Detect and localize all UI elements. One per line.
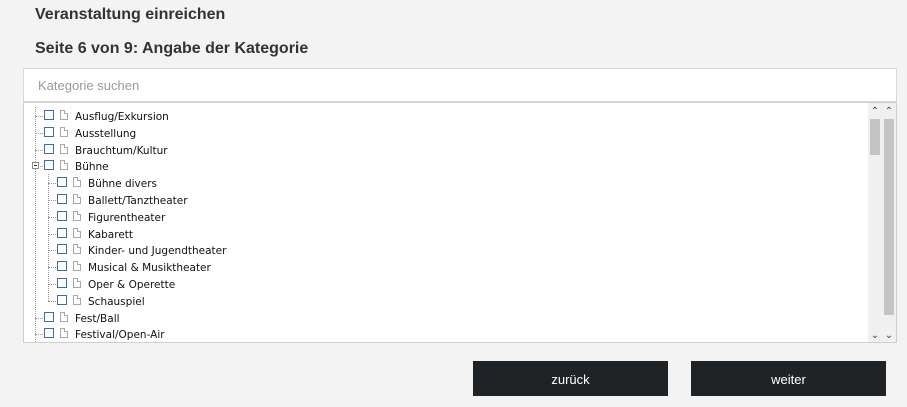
tree-item[interactable]: Brauchtum/Kultur — [24, 141, 866, 158]
tree-scrollbar-thumb[interactable] — [870, 119, 880, 155]
document-icon — [73, 227, 81, 238]
tree-item[interactable]: Fest/Ball — [24, 309, 866, 326]
category-checkbox[interactable] — [44, 143, 54, 154]
tree-item[interactable]: Bühne — [24, 157, 866, 174]
chevron-down-icon[interactable]: ⌄ — [868, 329, 882, 342]
chevron-down-icon[interactable]: ⌄ — [882, 329, 896, 342]
tree-connector — [48, 284, 56, 285]
tree-connector — [35, 149, 43, 151]
tree-subitem[interactable]: Bühne divers — [24, 174, 866, 191]
category-checkbox[interactable] — [44, 328, 54, 339]
tree-connector — [48, 250, 56, 252]
chevron-up-icon[interactable]: ⌃ — [882, 105, 896, 118]
category-checkbox[interactable] — [44, 311, 54, 322]
tree-item[interactable]: Ausflug/Exkursion — [24, 107, 866, 124]
category-tree: Ausflug/Exkursion Ausstellung Brauchtum/Ku… — [24, 103, 866, 342]
tree-subitem[interactable]: Oper & Operette — [24, 275, 866, 292]
document-icon — [60, 110, 68, 120]
document-icon — [73, 210, 81, 221]
page-title: Veranstaltung einreichen — [35, 6, 226, 23]
tree-subitem[interactable]: Schauspiel — [24, 292, 866, 309]
document-icon — [60, 126, 68, 137]
tree-item[interactable]: Ausstellung — [24, 124, 866, 141]
tree-subitem[interactable]: Figurentheater — [24, 208, 866, 225]
category-checkbox[interactable] — [57, 278, 67, 288]
document-icon — [60, 328, 68, 339]
category-checkbox[interactable] — [57, 177, 67, 188]
tree-item[interactable]: Festival/Open-Air — [24, 325, 866, 342]
category-checkbox[interactable] — [57, 261, 67, 272]
tree-connector — [48, 267, 56, 269]
chevron-up-icon[interactable]: ⌃ — [868, 105, 882, 118]
tree-scrollbar[interactable]: ⌃ ⌄ — [868, 103, 882, 342]
category-tree-panel: Ausflug/Exkursion Ausstellung Brauchtum/Ku… — [23, 102, 897, 343]
next-button[interactable]: weiter — [691, 361, 886, 396]
document-icon — [73, 261, 81, 272]
back-button[interactable]: zurück — [473, 361, 668, 396]
category-search-input[interactable] — [23, 68, 897, 102]
document-icon — [73, 244, 81, 255]
document-icon — [60, 143, 68, 154]
tree-connector — [35, 116, 43, 117]
tree-connector — [35, 317, 43, 319]
tree-connector — [48, 216, 56, 218]
category-checkbox[interactable] — [44, 110, 54, 120]
panel-scrollbar[interactable]: ⌃ ⌄ — [882, 103, 896, 342]
tree-item-label: Festival/Open-Air — [75, 329, 165, 342]
tree-subitem[interactable]: Kinder- und Jugendtheater — [24, 241, 866, 258]
tree-connector — [48, 233, 56, 235]
category-checkbox[interactable] — [44, 126, 54, 137]
document-icon — [73, 177, 81, 188]
document-icon — [73, 194, 81, 204]
category-checkbox[interactable] — [44, 160, 54, 171]
tree-connector — [35, 132, 43, 134]
category-checkbox[interactable] — [57, 194, 67, 204]
category-checkbox[interactable] — [57, 210, 67, 221]
tree-subitem[interactable]: Ballett/Tanztheater — [24, 191, 866, 208]
tree-connector — [35, 334, 43, 336]
category-checkbox[interactable] — [57, 294, 67, 305]
tree-subitem[interactable]: Kabarett — [24, 225, 866, 242]
panel-scrollbar-thumb[interactable] — [884, 119, 894, 315]
step-heading: Seite 6 von 9: Angabe der Kategorie — [35, 40, 309, 57]
tree-connector — [48, 200, 56, 201]
document-icon — [73, 278, 81, 288]
tree-connector — [48, 183, 56, 185]
tree-connector — [48, 300, 56, 302]
collapse-icon[interactable] — [32, 162, 39, 170]
category-checkbox[interactable] — [57, 244, 67, 255]
category-checkbox[interactable] — [57, 227, 67, 238]
document-icon — [73, 294, 81, 305]
tree-subitem[interactable]: Musical & Musiktheater — [24, 258, 866, 275]
document-icon — [60, 311, 68, 322]
document-icon — [60, 160, 68, 171]
